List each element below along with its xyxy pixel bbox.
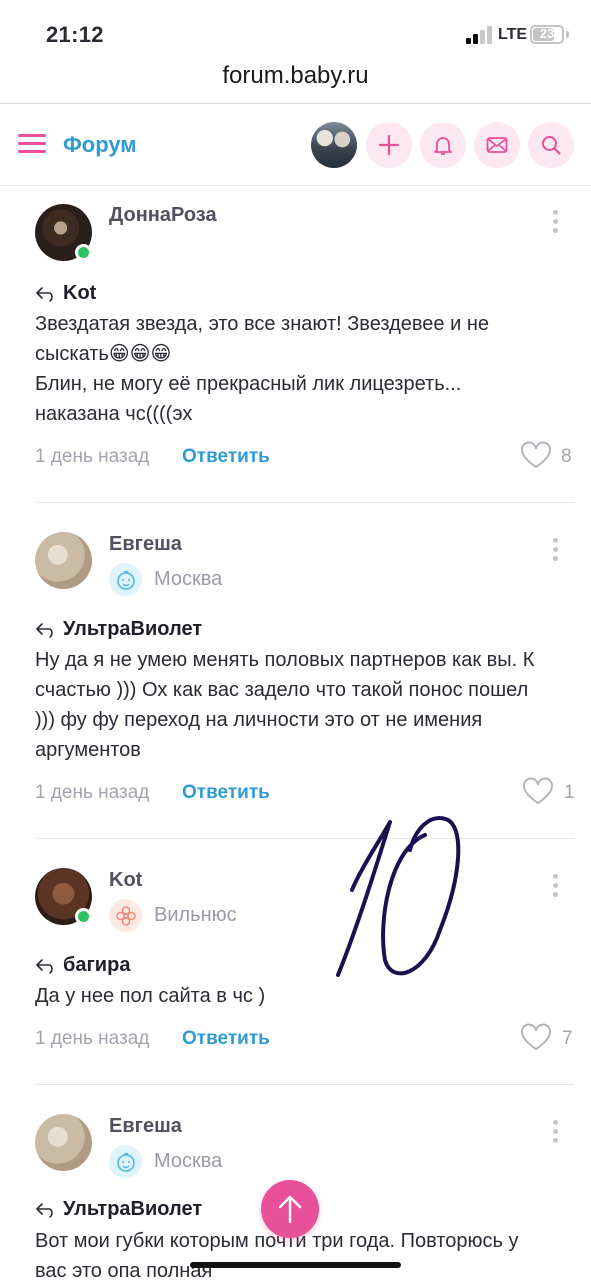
author-city: Москва bbox=[154, 568, 223, 590]
divider bbox=[35, 1084, 574, 1085]
reply-arrow-icon bbox=[36, 622, 53, 638]
battery-level: 23 bbox=[539, 26, 555, 41]
text-line: вас это опа полная bbox=[35, 1260, 213, 1280]
battery-cap bbox=[566, 31, 569, 38]
search-icon bbox=[542, 136, 561, 155]
post-time: 1 день назад bbox=[35, 1028, 150, 1049]
add-button[interactable] bbox=[366, 122, 412, 168]
more-options-icon[interactable] bbox=[553, 210, 559, 237]
post-text: Да у нее пол сайта в чс ) bbox=[35, 981, 560, 1011]
bell-icon bbox=[434, 137, 452, 155]
baby-icon bbox=[109, 563, 142, 596]
post-time: 1 день назад bbox=[35, 782, 150, 803]
reply-to-name: багира bbox=[63, 954, 131, 976]
messages-button[interactable] bbox=[474, 122, 520, 168]
more-options-icon[interactable] bbox=[553, 538, 559, 565]
reply-arrow-icon bbox=[36, 1202, 53, 1218]
divider bbox=[35, 502, 574, 503]
avatar[interactable] bbox=[35, 532, 92, 589]
author-name[interactable]: Kot bbox=[109, 869, 142, 892]
handwritten-annotation bbox=[336, 816, 461, 977]
user-avatar[interactable] bbox=[311, 122, 357, 168]
author-name[interactable]: ДоннаРоза bbox=[109, 204, 217, 227]
like-count: 8 bbox=[561, 446, 572, 467]
reply-to-name: Kot bbox=[63, 282, 97, 304]
text-line: Звездатая звезда, это все знают! Звездев… bbox=[35, 313, 490, 335]
online-indicator bbox=[75, 908, 92, 925]
post-text: Ну да я не умею менять половых партнеров… bbox=[35, 645, 560, 765]
reply-to[interactable]: Kot bbox=[35, 282, 96, 305]
notifications-button[interactable] bbox=[420, 122, 466, 168]
network-label: LTE bbox=[498, 26, 528, 43]
text-line: аргументов bbox=[35, 739, 141, 761]
reply-button[interactable]: Ответить bbox=[182, 1028, 270, 1050]
reply-to-name: УльтраВиолет bbox=[63, 618, 203, 640]
text-line: сыскать😁😁😁 bbox=[35, 343, 172, 365]
heart-icon[interactable] bbox=[522, 777, 554, 805]
author-city: Москва bbox=[154, 1150, 223, 1172]
plus-icon bbox=[378, 134, 400, 156]
url-bar[interactable]: forum.baby.ru bbox=[0, 62, 591, 90]
like-count: 7 bbox=[562, 1028, 573, 1049]
mail-icon bbox=[486, 137, 508, 153]
text-line: счастью ))) Ох как вас задело что такой … bbox=[35, 679, 529, 701]
signal-icon bbox=[466, 26, 492, 44]
scroll-to-top-button[interactable] bbox=[261, 1180, 319, 1238]
home-indicator[interactable] bbox=[190, 1262, 401, 1268]
reply-arrow-icon bbox=[36, 958, 53, 974]
search-button[interactable] bbox=[528, 122, 574, 168]
heart-icon[interactable] bbox=[520, 441, 552, 469]
more-options-icon[interactable] bbox=[553, 874, 559, 901]
reply-to-name: УльтраВиолет bbox=[63, 1198, 203, 1220]
text-line: наказана чс((((эх bbox=[35, 403, 193, 425]
site-header: Форум bbox=[0, 104, 591, 186]
post-text: Звездатая звезда, это все знают! Звездев… bbox=[35, 309, 560, 429]
baby-icon bbox=[109, 1145, 142, 1178]
reply-arrow-icon bbox=[36, 286, 53, 302]
text-line: Блин, не могу её прекрасный лик лицезрет… bbox=[35, 373, 462, 395]
reply-to[interactable]: УльтраВиолет bbox=[35, 1198, 202, 1221]
reply-to[interactable]: багира bbox=[35, 954, 130, 977]
online-indicator bbox=[75, 244, 92, 261]
avatar[interactable] bbox=[35, 1114, 92, 1171]
text-line: ))) фу фу переход на личности это от не … bbox=[35, 709, 483, 731]
text-line: Да у нее пол сайта в чс ) bbox=[35, 985, 266, 1007]
text-line: Ну да я не умею менять половых партнеров… bbox=[35, 649, 535, 671]
author-name[interactable]: Евгеша bbox=[109, 533, 182, 556]
menu-icon[interactable] bbox=[18, 134, 46, 154]
reply-button[interactable]: Ответить bbox=[182, 446, 270, 468]
author-name[interactable]: Евгеша bbox=[109, 1115, 182, 1138]
post-time: 1 день назад bbox=[35, 446, 150, 467]
author-city: Вильнюс bbox=[154, 904, 237, 926]
reply-button[interactable]: Ответить bbox=[182, 782, 270, 804]
page-title[interactable]: Форум bbox=[63, 132, 137, 158]
divider bbox=[35, 838, 574, 839]
battery-icon: 23 bbox=[530, 25, 564, 44]
more-options-icon[interactable] bbox=[553, 1120, 559, 1147]
arrow-up-icon bbox=[278, 1195, 302, 1224]
like-count: 1 bbox=[564, 782, 575, 803]
status-bar: 21:12 LTE 23 bbox=[0, 0, 591, 58]
flower-icon bbox=[109, 899, 142, 932]
heart-icon[interactable] bbox=[520, 1023, 552, 1051]
status-time: 21:12 bbox=[46, 22, 104, 47]
reply-to[interactable]: УльтраВиолет bbox=[35, 618, 202, 641]
